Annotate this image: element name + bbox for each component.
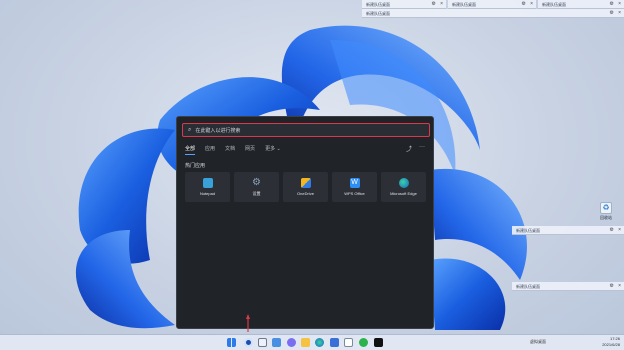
app-tile-onedrive[interactable]: OneDrive <box>283 172 328 202</box>
app-label: Microsoft Edge <box>390 191 417 196</box>
wps-icon: W <box>349 178 360 188</box>
notification-stub[interactable]: 新建队伍桌面 ⚙ × <box>448 0 536 9</box>
recycle-bin-icon: ♻ <box>600 202 612 214</box>
app-label: WPS Office <box>344 191 365 196</box>
gear-icon[interactable]: ⚙ <box>610 226 614 235</box>
gear-icon[interactable]: ⚙ <box>522 0 526 9</box>
notepad-icon <box>202 178 213 188</box>
share-icon[interactable]: ⤴ <box>406 144 412 153</box>
edge-icon <box>398 178 409 188</box>
notification-label: 新建队伍桌面 <box>516 284 540 289</box>
notification-label: 新建队伍桌面 <box>516 228 540 233</box>
gear-icon: ⚙ <box>252 176 261 188</box>
close-icon[interactable]: × <box>618 282 621 291</box>
notification-stub[interactable]: 新建队伍桌面 ⚙ × <box>362 0 446 9</box>
notification-label: 新建队伍桌面 <box>366 2 390 7</box>
app-label: Notepad <box>199 191 216 196</box>
quick-tool-label[interactable]: 虚拟桌面 <box>530 339 546 344</box>
clock-date: 2021/6/28 <box>602 342 620 347</box>
panel-toolbar: ⤴ ··· <box>406 144 425 153</box>
widgets-icon[interactable] <box>272 338 281 347</box>
store-icon[interactable] <box>330 338 339 347</box>
app-tile-notepad[interactable]: Notepad <box>185 172 230 202</box>
app-label: OneDrive <box>297 191 314 196</box>
app-tile-wps-office[interactable]: W WPS Office <box>332 172 377 202</box>
start-search-panel: ⌕ 在此键入以进行搜索 全部 应用 文档 网页 更多 ⌄ ⤴ ··· 热门应用 … <box>176 116 434 329</box>
gear-icon[interactable]: ⚙ <box>610 282 614 291</box>
notification-stub[interactable]: 新建队伍桌面 ⚙ × <box>512 226 624 235</box>
tab-web[interactable]: 网页 <box>245 145 255 152</box>
gear-icon[interactable]: ⚙ <box>432 0 436 9</box>
notification-stub[interactable]: 新建队伍桌面 ⚙ × <box>512 282 624 291</box>
notification-stub[interactable]: 新建队伍桌面 ⚙ × <box>362 9 624 18</box>
close-icon[interactable]: × <box>618 9 621 18</box>
close-icon[interactable]: × <box>618 0 621 9</box>
start-button[interactable] <box>227 338 236 347</box>
clock[interactable]: 17:26 2021/6/28 <box>602 336 620 348</box>
top-apps-list: Notepad ⚙ 设置 OneDrive W WPS Office Micro… <box>185 172 426 202</box>
taskbar: 虚拟桌面 17:26 2021/6/28 <box>0 334 624 350</box>
app-tile-microsoft-edge[interactable]: Microsoft Edge <box>381 172 426 202</box>
file-explorer-icon[interactable] <box>301 338 310 347</box>
notification-stub[interactable]: 新建队伍桌面 ⚙ × <box>538 0 624 9</box>
search-tabs: 全部 应用 文档 网页 更多 ⌄ <box>185 145 281 155</box>
recycle-bin-label: 回收站 <box>600 215 612 220</box>
tab-more[interactable]: 更多 ⌄ <box>265 145 281 152</box>
search-input[interactable]: ⌕ 在此键入以进行搜索 <box>182 123 430 137</box>
close-icon[interactable]: × <box>618 226 621 235</box>
tab-all[interactable]: 全部 <box>185 145 196 155</box>
chat-icon[interactable] <box>287 338 296 347</box>
mail-icon[interactable] <box>344 338 353 347</box>
gear-icon[interactable]: ⚙ <box>610 0 614 9</box>
app-tile-settings[interactable]: ⚙ 设置 <box>234 172 279 202</box>
tab-apps[interactable]: 应用 <box>205 145 215 152</box>
close-icon[interactable]: × <box>440 0 443 9</box>
close-icon[interactable]: × <box>530 0 533 9</box>
edge-icon[interactable] <box>315 338 324 347</box>
section-title: 热门应用 <box>185 163 206 169</box>
tiktok-icon[interactable] <box>374 338 383 347</box>
notification-label: 新建队伍桌面 <box>542 2 566 7</box>
gear-icon[interactable]: ⚙ <box>610 9 614 18</box>
tab-documents[interactable]: 文档 <box>225 145 235 152</box>
desktop: 新建队伍桌面 ⚙ × 新建队伍桌面 ⚙ × 新建队伍桌面 ⚙ × 新建队伍桌面 ⚙ × … <box>0 0 624 350</box>
search-button[interactable] <box>244 338 253 347</box>
system-tray-icons: 虚拟桌面 <box>530 339 546 345</box>
wechat-icon[interactable] <box>359 338 368 347</box>
notification-label: 新建队伍桌面 <box>452 2 476 7</box>
recycle-bin[interactable]: ♻ 回收站 <box>597 202 615 221</box>
pointer-arrow <box>246 314 250 332</box>
app-label: 设置 <box>252 190 261 196</box>
onedrive-icon <box>300 178 311 188</box>
search-icon: ⌕ <box>188 126 192 133</box>
search-placeholder: 在此键入以进行搜索 <box>195 127 241 134</box>
more-options-icon[interactable]: ··· <box>419 144 425 153</box>
task-view-icon[interactable] <box>258 338 267 347</box>
notification-label: 新建队伍桌面 <box>366 11 390 16</box>
